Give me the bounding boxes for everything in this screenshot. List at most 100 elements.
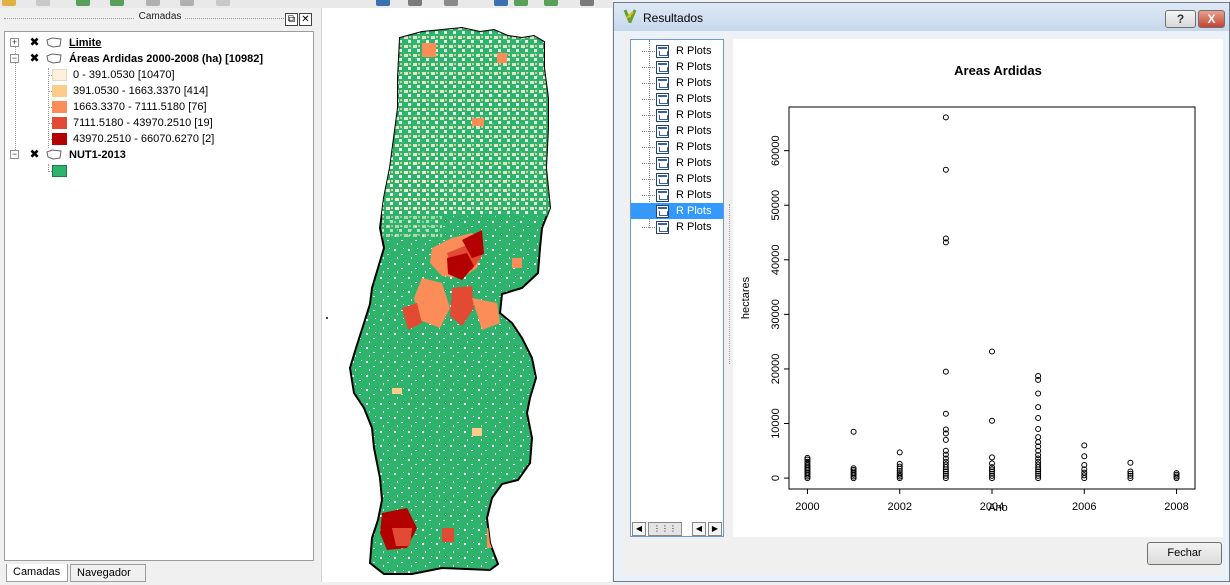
legend-class [5,163,305,179]
data-point [1081,453,1088,460]
legend-class-label: 43970.2510 - 66070.6270 [2] [73,133,215,145]
list-item[interactable]: R Plots [631,43,723,59]
scroll-left-icon[interactable]: ◀ [632,522,646,536]
legend-swatch [52,133,67,145]
list-item[interactable]: R Plots [631,91,723,107]
window-titlebar[interactable]: Resultados ? X [614,3,1229,31]
list-item[interactable]: R Plots [631,59,723,75]
tree-line [642,195,655,196]
python-icon[interactable] [514,0,528,6]
list-item-label: R Plots [676,109,712,121]
tree-line [642,115,655,116]
float-panel-button[interactable]: ⧉ [285,13,298,26]
list-item[interactable]: R Plots [631,75,723,91]
tree-line [642,163,655,164]
plot-icon [656,205,669,218]
legend-class-label: 391.0530 - 1663.3370 [414] [73,85,209,97]
list-item-label: R Plots [676,157,712,169]
tree-line [642,211,655,212]
list-item[interactable]: R Plots [631,123,723,139]
visibility-checkbox[interactable]: ✖ [29,148,40,160]
legend-class: 7111.5180 - 43970.2510 [19] [5,115,305,131]
layer-row-areas-ardidas[interactable]: − ✖ Áreas Ardidas 2000-2008 (ha) [10982] [5,51,305,67]
data-point [942,166,949,173]
layer-row-limite[interactable]: + ✖ Limite [5,35,305,51]
visibility-checkbox[interactable]: ✖ [29,52,40,64]
add-raster-icon[interactable] [110,0,124,6]
edit-icon[interactable] [216,0,230,6]
tree-line [642,147,655,148]
y-tick-label: 0 [770,475,782,481]
list-item[interactable]: R Plots [631,203,723,219]
r-script-icon[interactable] [544,0,558,6]
window-title: Resultados [643,11,704,25]
legend-class: 391.0530 - 1663.3370 [414] [5,83,305,99]
visibility-checkbox[interactable]: ✖ [29,36,40,48]
close-button[interactable]: Fechar [1147,542,1222,565]
y-tick-label: 50000 [770,190,782,221]
zoom-icon[interactable] [494,0,508,6]
plugin-icon[interactable] [580,0,594,6]
scroll-right-icon[interactable]: ▶ [708,522,722,536]
help-button[interactable]: ? [1165,10,1196,28]
chart-title: Areas Ardidas [954,63,1042,78]
results-list[interactable]: R Plots R Plots R Plots R Plots R Plots R Plo… [630,39,724,537]
x-tick-label: 2006 [1072,501,1096,513]
expand-icon[interactable]: + [10,38,19,47]
select-icon[interactable] [376,0,390,6]
data-point [1035,434,1042,441]
vector-layer-icon [46,53,62,64]
list-item[interactable]: R Plots [631,171,723,187]
legend-class-label: 0 - 391.0530 [10470] [73,69,175,81]
data-point [989,417,995,424]
data-point [1127,459,1134,466]
layers-panel: Camadas ⧉ ✕ + ✖ Limite − ✖ Áreas Ardidas… [0,8,320,582]
list-item[interactable]: R Plots [631,107,723,123]
data-point [1035,425,1042,432]
tree-line [642,83,655,84]
qgis-icon [623,9,637,23]
legend-class: 0 - 391.0530 [10470] [5,67,305,83]
collapse-icon[interactable]: − [10,54,19,63]
list-item[interactable]: R Plots [631,155,723,171]
data-point [1081,442,1088,449]
y-tick-label: 20000 [770,354,782,385]
add-layer-icon[interactable] [76,0,90,6]
plot-icon [656,157,669,170]
portugal-map[interactable] [322,8,613,582]
tab-camadas[interactable]: Camadas [6,564,68,582]
close-panel-button[interactable]: ✕ [299,13,312,26]
save-project-icon[interactable] [36,0,50,6]
collapse-icon[interactable]: − [10,150,19,159]
results-client: R Plots R Plots R Plots R Plots R Plots R Plo… [623,36,1223,575]
tab-navegador[interactable]: Navegador [70,564,146,582]
plot-frame [788,106,1196,490]
close-window-button[interactable]: X [1198,10,1225,28]
legend-class-label: 1663.3370 - 7111.5180 [76] [73,101,207,113]
legend-swatch [52,85,67,97]
list-item[interactable]: R Plots [631,219,723,235]
measure-icon[interactable] [444,0,458,6]
panel-tab-bar: Camadas Navegador [0,564,320,582]
identify-icon[interactable] [408,0,422,6]
data-point [1035,404,1042,411]
list-item[interactable]: R Plots [631,187,723,203]
plot-icon [656,45,669,58]
open-project-icon[interactable] [2,0,16,6]
layer-row-nut1[interactable]: − ✖ NUT1-2013 [5,147,305,163]
scroll-left-icon[interactable]: ◀ [692,522,706,536]
scroll-thumb[interactable]: ⋮⋮⋮ [648,522,682,536]
add-vector-icon[interactable] [146,0,160,6]
plot-icon [656,173,669,186]
legend-class: 1663.3370 - 7111.5180 [76] [5,99,305,115]
tree-line [642,67,655,68]
add-table-icon[interactable] [180,0,194,6]
list-item-label: R Plots [676,173,712,185]
x-tick-label: 2008 [1164,501,1188,513]
list-item-label: R Plots [676,93,712,105]
map-canvas[interactable] [321,8,612,582]
list-item-label: R Plots [676,45,712,57]
horizontal-scrollbar[interactable]: ◀ ⋮⋮⋮ ◀ ▶ [632,522,724,536]
plot-icon [656,221,669,234]
list-item[interactable]: R Plots [631,139,723,155]
